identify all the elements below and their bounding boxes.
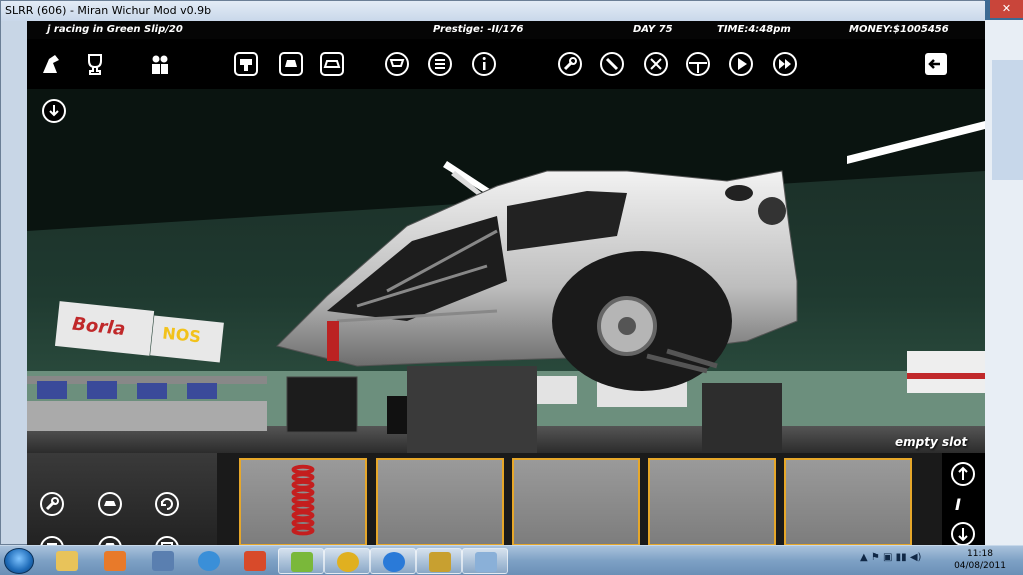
start-button[interactable] <box>4 548 34 574</box>
steering-wheel-icon[interactable] <box>685 51 711 77</box>
explorer-icon[interactable] <box>44 548 90 574</box>
system-tray[interactable]: ▲ ⚑ ▣ ▮▮ ◀) <box>860 552 921 563</box>
clock-time: 11:18 <box>967 549 993 559</box>
taskbar: ▲ ⚑ ▣ ▮▮ ◀) 11:18 04/08/2011 <box>0 545 1023 575</box>
screwdriver-icon[interactable] <box>599 51 625 77</box>
prestige-label: Prestige: -II/176 <box>433 24 524 35</box>
hud-status-bar: j racing in Green Slip/20 Prestige: -II/… <box>27 21 985 39</box>
info-icon[interactable] <box>471 51 497 77</box>
part-slot-3[interactable] <box>512 458 640 546</box>
ie-icon[interactable] <box>370 548 416 574</box>
control-panel-icon[interactable] <box>140 548 186 574</box>
car-front-icon[interactable] <box>278 51 304 77</box>
car-swap-icon[interactable] <box>319 51 345 77</box>
xampp-icon[interactable] <box>232 548 278 574</box>
background-close-button[interactable]: ✕ <box>990 0 1023 18</box>
scroll-down-icon[interactable] <box>950 521 976 546</box>
game-viewport[interactable]: Borla NOS j racing in Green Slip/20 Pres… <box>27 21 985 546</box>
play-icon[interactable] <box>728 51 754 77</box>
dealer-horse-icon[interactable] <box>39 51 65 77</box>
list-icon[interactable] <box>427 51 453 77</box>
camera-down-icon[interactable] <box>41 98 67 124</box>
exit-icon[interactable] <box>923 51 949 77</box>
wrench-icon[interactable] <box>557 51 583 77</box>
people-icon[interactable] <box>147 51 173 77</box>
clock[interactable]: 11:18 04/08/2011 <box>950 548 1010 572</box>
part-slot-4[interactable] <box>648 458 776 546</box>
scroll-up-icon[interactable] <box>950 461 976 487</box>
time-label: TIME:4:48pm <box>717 24 791 35</box>
car-lift-icon[interactable] <box>233 51 259 77</box>
trophy-icon[interactable] <box>82 51 108 77</box>
slot-status-label: empty slot <box>895 435 968 449</box>
day-label: DAY 75 <box>633 24 673 35</box>
slrr-game-icon[interactable] <box>416 548 462 574</box>
background-window-right[interactable] <box>984 20 1023 545</box>
paint-icon[interactable] <box>462 548 508 574</box>
game-window: SLRR (606) - Miran Wichur Mod v0.9b Borl… <box>0 0 985 546</box>
tools-icon[interactable] <box>643 51 669 77</box>
slot-scroll-controls <box>942 453 985 546</box>
fast-forward-icon[interactable] <box>772 51 798 77</box>
users-icon[interactable] <box>278 548 324 574</box>
chrome-icon[interactable] <box>324 548 370 574</box>
slot-page-indicator: I <box>955 495 961 514</box>
window-titlebar: SLRR (606) - Miran Wichur Mod v0.9b <box>1 1 985 21</box>
media-player-icon[interactable] <box>92 548 138 574</box>
clock-date: 04/08/2011 <box>954 561 1006 571</box>
svg-text:NOS: NOS <box>162 323 202 346</box>
refresh-app-icon[interactable] <box>186 548 232 574</box>
car-part-icon[interactable] <box>97 491 123 517</box>
cart-icon[interactable] <box>384 51 410 77</box>
team-label: j racing in Green Slip/20 <box>47 24 183 35</box>
coil-spring-icon <box>291 464 315 536</box>
part-slot-5[interactable] <box>784 458 912 546</box>
refresh-icon[interactable] <box>154 491 180 517</box>
window-title: SLRR (606) - Miran Wichur Mod v0.9b <box>5 4 212 17</box>
part-slot-1[interactable] <box>239 458 367 546</box>
wrench-tool-icon[interactable] <box>39 491 65 517</box>
game-menu-bar <box>27 39 985 89</box>
parts-panel <box>27 453 985 546</box>
desktop: ✕ SLRR (606) - Miran Wichur Mod v0.9b Bo… <box>0 0 1023 575</box>
part-slot-2[interactable] <box>376 458 504 546</box>
money-label: MONEY:$1005456 <box>849 24 949 35</box>
tool-buttons <box>27 453 217 546</box>
